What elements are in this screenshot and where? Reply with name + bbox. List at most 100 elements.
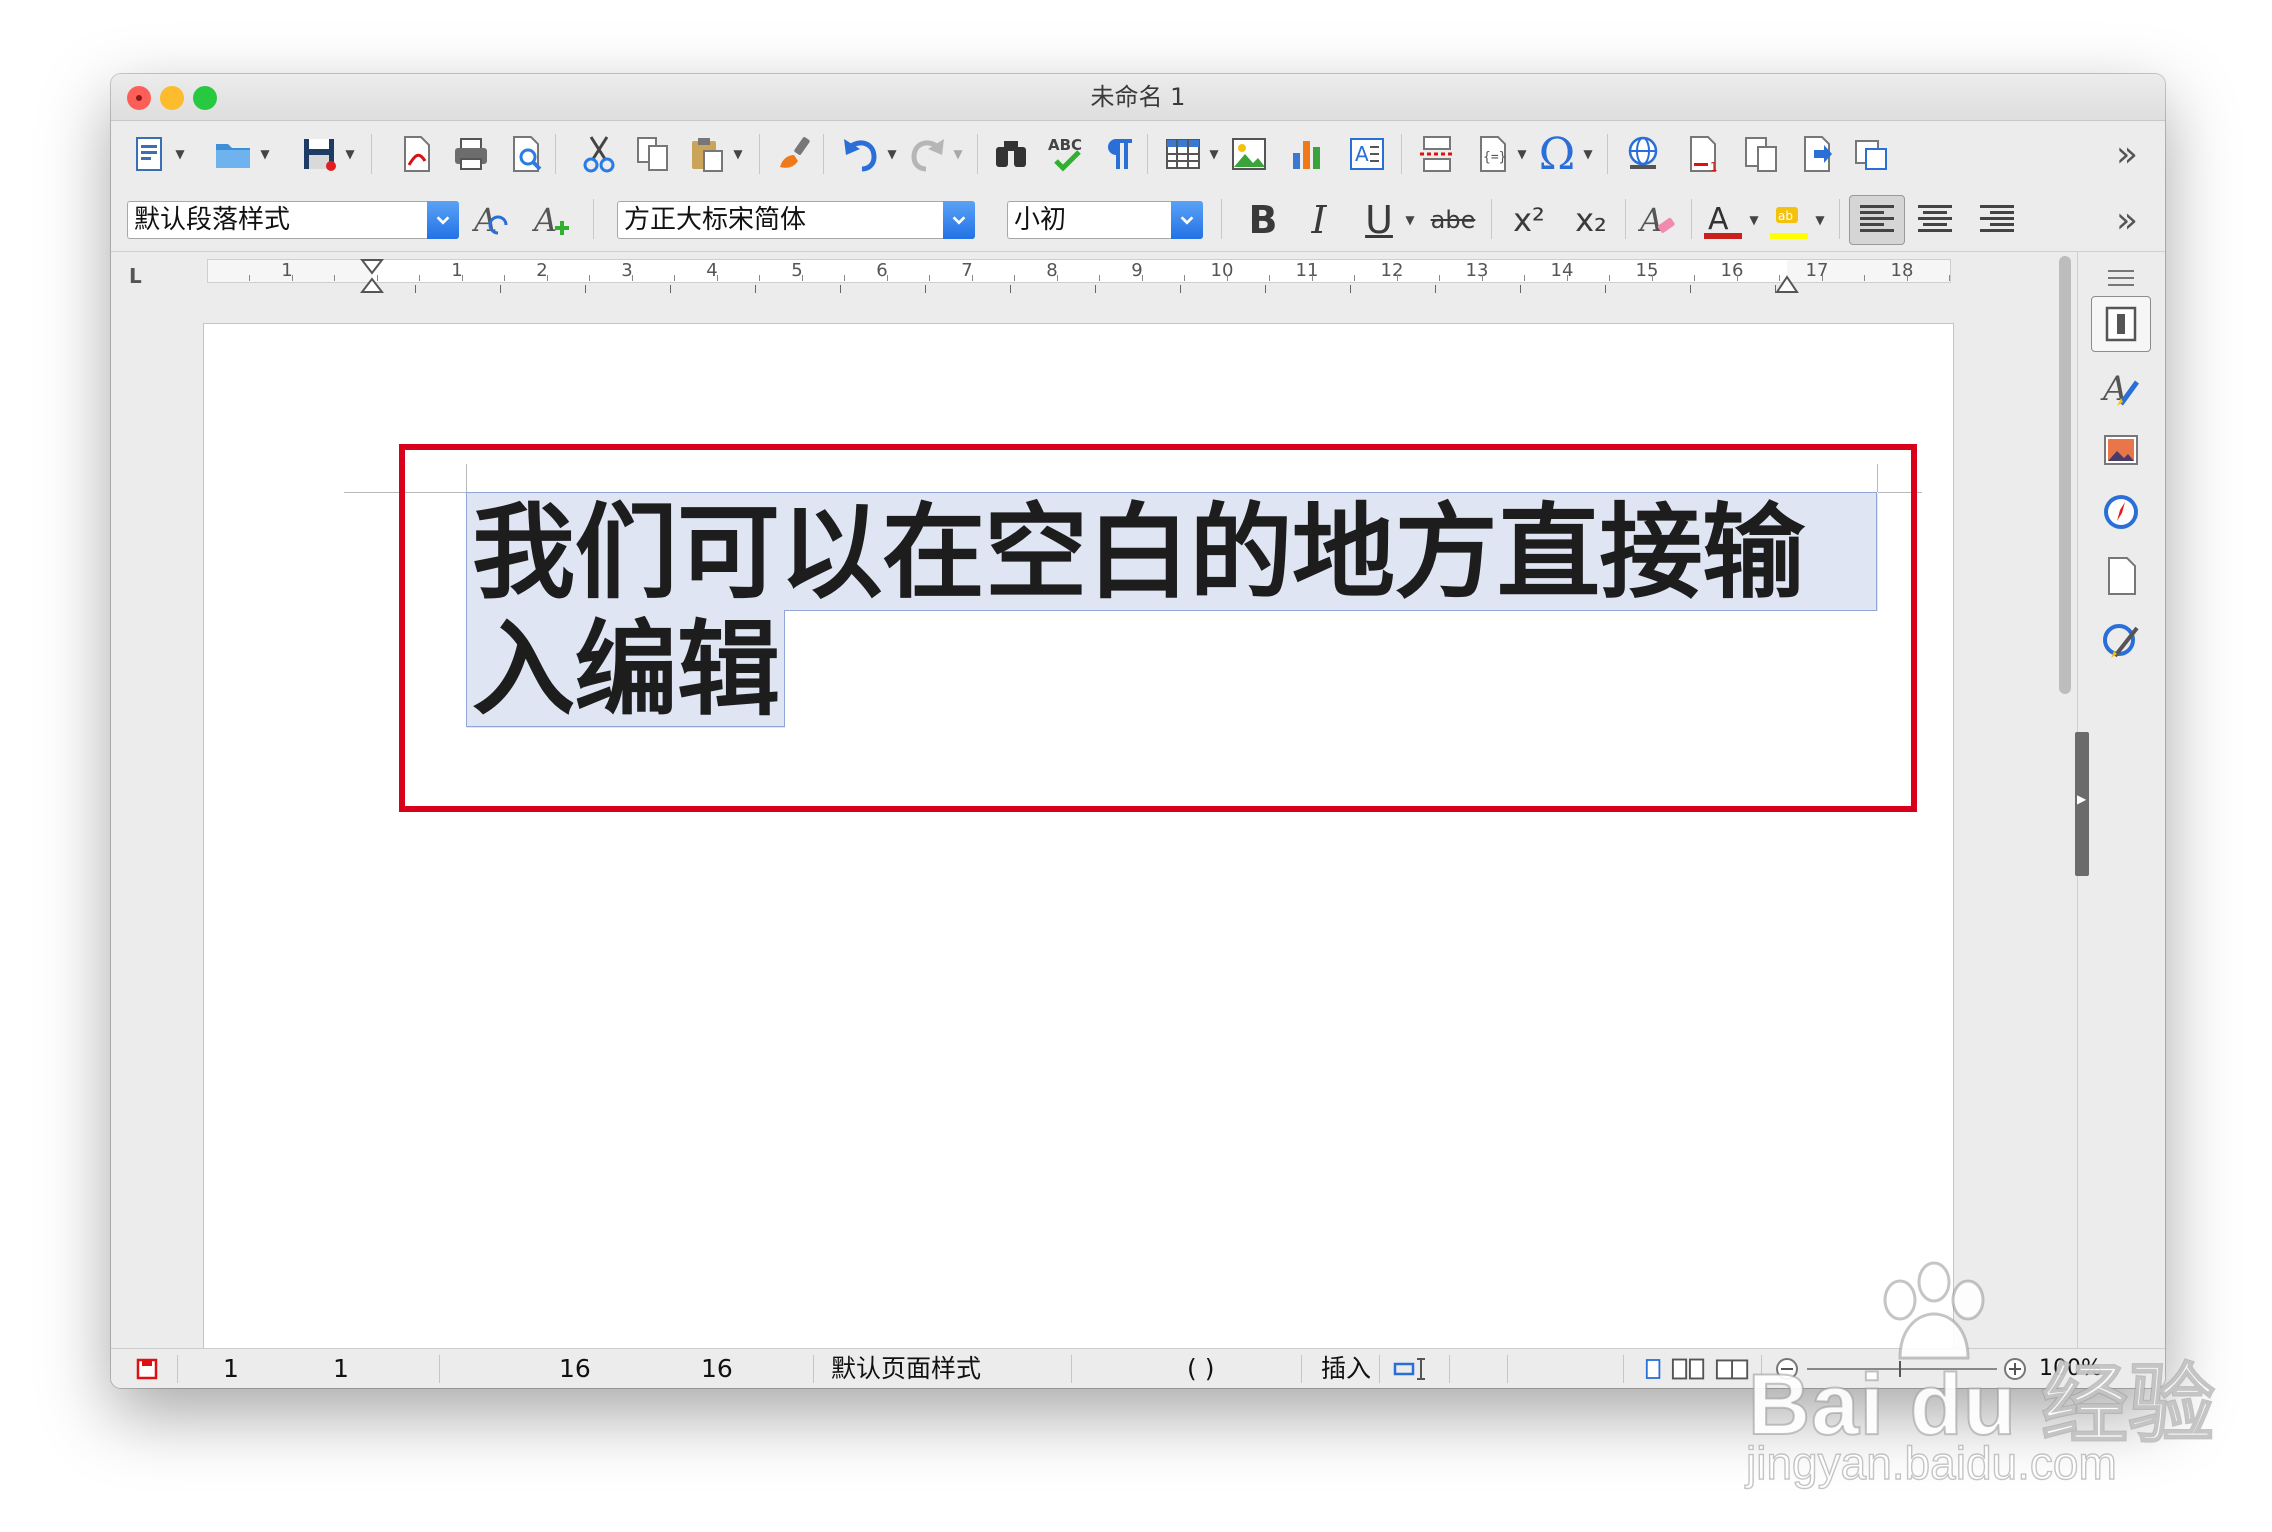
- sidebar-collapse-handle[interactable]: ▶: [2075, 732, 2089, 876]
- font-color-dropdown[interactable]: ▼: [1747, 197, 1761, 243]
- standard-toolbar-overflow[interactable]: »: [2107, 131, 2147, 177]
- footnote-icon[interactable]: 1: [1681, 131, 1725, 177]
- redo-dropdown[interactable]: ▼: [951, 131, 965, 177]
- status-page-total[interactable]: 1: [333, 1349, 349, 1388]
- tab-stop-marker[interactable]: [1435, 285, 1436, 293]
- formatting-marks-icon[interactable]: [1097, 131, 1141, 177]
- font-size-combo[interactable]: 小初: [1007, 201, 1203, 239]
- tab-stop-marker[interactable]: [925, 285, 926, 293]
- tab-stop-marker[interactable]: [755, 285, 756, 293]
- scrollbar-thumb[interactable]: [2059, 256, 2071, 694]
- paragraph-style-dropdown[interactable]: [427, 201, 459, 239]
- navigator-icon[interactable]: [2091, 484, 2151, 540]
- font-color-icon[interactable]: A: [1701, 197, 1745, 243]
- tab-stop-marker[interactable]: [585, 285, 586, 293]
- status-language[interactable]: ( ): [1187, 1349, 1214, 1388]
- multi-page-view-icon[interactable]: [1671, 1356, 1707, 1388]
- bold-button[interactable]: B: [1241, 197, 1285, 243]
- tab-stop-marker[interactable]: [1095, 285, 1096, 293]
- single-page-view-icon[interactable]: [1645, 1356, 1663, 1388]
- horizontal-ruler[interactable]: 1 1 2 3 4 5 6 7 8 9 10 11 12 13 14 15 16 17 18: [207, 259, 1951, 293]
- zoom-in-icon[interactable]: [2003, 1357, 2027, 1387]
- align-right-button[interactable]: [1975, 197, 2019, 243]
- clear-formatting-icon[interactable]: A: [1637, 197, 1681, 243]
- strikethrough-button[interactable]: abe: [1425, 197, 1481, 243]
- highlight-color-dropdown[interactable]: ▼: [1813, 197, 1827, 243]
- zoom-slider[interactable]: [1807, 1361, 1997, 1377]
- insert-chart-icon[interactable]: [1285, 131, 1329, 177]
- selection-mode-icon[interactable]: [1393, 1355, 1433, 1388]
- track-changes-icon[interactable]: [1795, 131, 1839, 177]
- superscript-button[interactable]: x²: [1505, 197, 1553, 243]
- tab-stop-marker[interactable]: [415, 285, 416, 293]
- document-page[interactable]: 我们可以在空白的地方直接输 入编辑: [204, 324, 1953, 1348]
- insert-field-dropdown[interactable]: ▼: [1515, 131, 1529, 177]
- font-size-dropdown[interactable]: [1171, 201, 1203, 239]
- italic-button[interactable]: I: [1299, 197, 1339, 243]
- document-modified-icon[interactable]: [135, 1357, 159, 1387]
- insert-frame-icon[interactable]: [1849, 131, 1893, 177]
- vertical-scrollbar[interactable]: [2053, 252, 2077, 1348]
- export-pdf-icon[interactable]: [394, 131, 438, 177]
- tab-stop-selector[interactable]: L: [129, 264, 142, 288]
- status-page-style[interactable]: 默认页面样式: [831, 1349, 981, 1388]
- manage-changes-icon[interactable]: [2091, 612, 2151, 668]
- clone-formatting-icon[interactable]: [773, 131, 817, 177]
- paste-icon[interactable]: [685, 131, 729, 177]
- special-character-dropdown[interactable]: ▼: [1581, 131, 1595, 177]
- right-indent-marker[interactable]: [1775, 267, 1799, 293]
- zoom-out-icon[interactable]: [1775, 1357, 1799, 1387]
- status-page[interactable]: 1: [223, 1349, 239, 1388]
- insert-textbox-icon[interactable]: A: [1345, 131, 1389, 177]
- subscript-button[interactable]: x₂: [1567, 197, 1615, 243]
- undo-icon[interactable]: [839, 131, 883, 177]
- properties-icon[interactable]: [2091, 296, 2151, 352]
- zoom-level[interactable]: 100%: [2039, 1349, 2102, 1388]
- save-dropdown[interactable]: ▼: [343, 131, 357, 177]
- gallery-icon[interactable]: [2091, 422, 2151, 478]
- hyperlink-icon[interactable]: [1621, 131, 1665, 177]
- highlight-color-icon[interactable]: ab: [1767, 197, 1811, 243]
- status-word-count[interactable]: 16: [559, 1349, 591, 1388]
- font-name-dropdown[interactable]: [943, 201, 975, 239]
- left-indent-marker[interactable]: [360, 259, 384, 293]
- sidebar-menu-icon[interactable]: [2108, 270, 2134, 286]
- tab-stop-marker[interactable]: [1265, 285, 1266, 293]
- styles-icon[interactable]: A: [2091, 360, 2151, 416]
- tab-stop-marker[interactable]: [1350, 285, 1351, 293]
- page-break-icon[interactable]: [1415, 131, 1459, 177]
- insert-field-icon[interactable]: {=}: [1471, 131, 1515, 177]
- redo-icon[interactable]: [905, 131, 949, 177]
- status-insert-mode[interactable]: 插入: [1321, 1349, 1371, 1388]
- special-character-icon[interactable]: Ω: [1535, 129, 1579, 180]
- new-document-dropdown[interactable]: ▼: [173, 131, 187, 177]
- tab-stop-marker[interactable]: [840, 285, 841, 293]
- page-icon[interactable]: [2091, 548, 2151, 604]
- align-left-button[interactable]: [1849, 195, 1905, 245]
- paragraph-style-combo[interactable]: 默认段落样式: [127, 201, 459, 239]
- comment-icon[interactable]: [1739, 131, 1783, 177]
- tab-stop-marker[interactable]: [1180, 285, 1181, 293]
- find-replace-icon[interactable]: [989, 131, 1033, 177]
- paste-dropdown[interactable]: ▼: [731, 131, 745, 177]
- copy-icon[interactable]: [631, 131, 675, 177]
- tab-stop-marker[interactable]: [1520, 285, 1521, 293]
- insert-image-icon[interactable]: [1227, 131, 1271, 177]
- save-icon[interactable]: [297, 131, 341, 177]
- open-folder-icon[interactable]: [211, 131, 255, 177]
- underline-button[interactable]: U: [1357, 197, 1401, 243]
- formatting-toolbar-overflow[interactable]: »: [2107, 197, 2147, 243]
- spellcheck-icon[interactable]: ABC: [1045, 131, 1089, 177]
- insert-table-icon[interactable]: [1161, 131, 1205, 177]
- print-icon[interactable]: [449, 131, 493, 177]
- status-char-count[interactable]: 16: [701, 1349, 733, 1388]
- insert-table-dropdown[interactable]: ▼: [1207, 131, 1221, 177]
- cut-icon[interactable]: [577, 131, 621, 177]
- tab-stop-marker[interactable]: [1690, 285, 1691, 293]
- open-dropdown[interactable]: ▼: [258, 131, 272, 177]
- underline-dropdown[interactable]: ▼: [1403, 197, 1417, 243]
- new-style-icon[interactable]: A: [531, 197, 575, 243]
- tab-stop-marker[interactable]: [1605, 285, 1606, 293]
- document-canvas[interactable]: 我们可以在空白的地方直接输 入编辑: [111, 300, 2141, 1348]
- tab-stop-marker[interactable]: [500, 285, 501, 293]
